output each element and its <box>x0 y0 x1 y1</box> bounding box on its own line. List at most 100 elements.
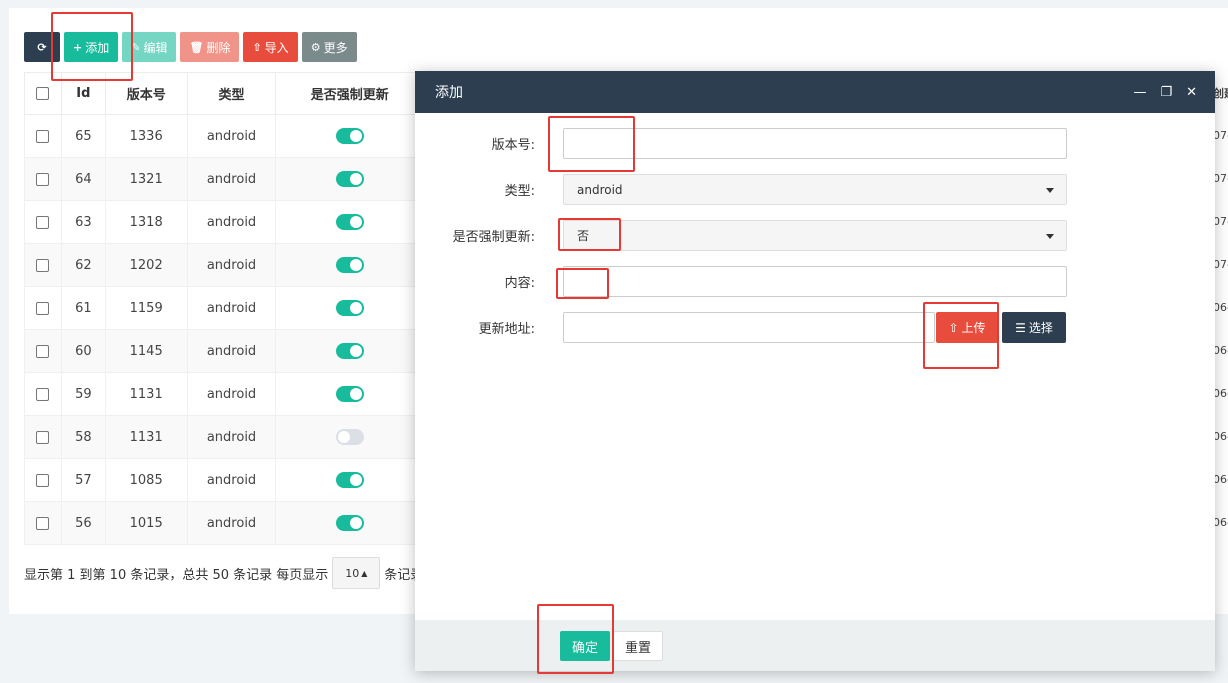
page-size-select[interactable]: 10 ▲ <box>332 557 381 589</box>
force-update-toggle[interactable] <box>335 472 364 488</box>
import-label: 导入 <box>264 40 289 55</box>
maximize-icon[interactable]: ❐ <box>1160 85 1172 100</box>
row-select-cell[interactable] <box>24 114 62 158</box>
row-select-cell[interactable] <box>24 458 62 502</box>
table-row[interactable]: 62 1202 android <box>24 243 424 287</box>
close-icon[interactable]: ✕ <box>1186 85 1197 100</box>
content-input[interactable] <box>563 266 1067 297</box>
row-select-cell[interactable] <box>24 243 62 287</box>
table-row[interactable]: 64 1321 android <box>24 157 424 201</box>
version-cell: 1131 <box>104 372 188 416</box>
column-header-type[interactable]: 类型 <box>186 72 277 115</box>
id-cell: 65 <box>60 114 106 158</box>
force-update-toggle[interactable] <box>335 386 364 402</box>
version-cell: 1015 <box>104 501 188 545</box>
force-update-toggle[interactable] <box>335 343 364 359</box>
version-label: 版本号: <box>491 138 535 153</box>
force-update-toggle[interactable] <box>335 300 364 316</box>
row-checkbox[interactable] <box>36 430 50 444</box>
choose-button[interactable]: ☰ 选择 <box>1002 312 1066 343</box>
table-row[interactable]: 63 1318 android <box>24 200 424 244</box>
caret-down-icon <box>1046 188 1054 193</box>
table-row[interactable]: 56 1015 android <box>24 501 424 545</box>
upload-icon: ⇧ <box>948 320 959 335</box>
id-cell: 56 <box>60 501 106 545</box>
row-checkbox[interactable] <box>36 129 50 143</box>
row-select-cell[interactable] <box>24 157 62 201</box>
row-select-cell[interactable] <box>24 372 62 416</box>
table-row[interactable]: 57 1085 android <box>24 458 424 502</box>
type-cell: android <box>186 415 277 459</box>
force-select[interactable]: 否 <box>563 220 1067 251</box>
force-update-toggle[interactable] <box>335 214 364 230</box>
version-cell: 1159 <box>104 286 188 330</box>
table-row[interactable]: 59 1131 android <box>24 372 424 416</box>
column-header-force[interactable]: 是否强制更新 <box>275 72 424 115</box>
type-select-value: android <box>577 182 623 197</box>
force-update-toggle[interactable] <box>335 257 364 273</box>
row-checkbox[interactable] <box>36 344 50 358</box>
confirm-button[interactable]: 确定 <box>560 631 610 661</box>
caret-up-icon: ▲ <box>361 568 368 578</box>
row-checkbox[interactable] <box>36 387 50 401</box>
trash-icon: 🗑 <box>189 40 204 54</box>
version-cell: 1336 <box>104 114 188 158</box>
edge-cell: 07- <box>1213 129 1228 142</box>
url-input[interactable] <box>563 312 935 343</box>
column-header-version[interactable]: 版本号 <box>104 72 188 115</box>
row-select-cell[interactable] <box>24 329 62 373</box>
id-cell: 57 <box>60 458 106 502</box>
minimize-icon[interactable]: — <box>1133 85 1146 100</box>
reset-button[interactable]: 重置 <box>613 631 663 661</box>
select-all-checkbox[interactable] <box>36 87 50 100</box>
delete-button[interactable]: 🗑 删除 <box>180 32 240 62</box>
upload-button[interactable]: ⇧ 上传 <box>936 312 998 343</box>
more-button[interactable]: ⚙ 更多 <box>301 32 357 62</box>
column-header-id[interactable]: Id <box>60 72 106 115</box>
select-all-header[interactable] <box>24 72 62 115</box>
row-select-cell[interactable] <box>24 200 62 244</box>
choose-label: 选择 <box>1028 321 1053 335</box>
row-checkbox[interactable] <box>36 215 50 229</box>
add-dialog: 添加 — ❐ ✕ 版本号: 类型: android 是否强制更新: 否 内容: … <box>415 71 1215 671</box>
add-button[interactable]: + 添加 <box>64 32 119 62</box>
force-cell <box>275 157 424 201</box>
row-select-cell[interactable] <box>24 286 62 330</box>
page-size-value: 10 <box>345 566 360 580</box>
table-row[interactable]: 65 1336 android <box>24 114 424 158</box>
import-button[interactable]: ⇧ 导入 <box>243 32 298 62</box>
version-cell: 1145 <box>104 329 188 373</box>
id-cell: 62 <box>60 243 106 287</box>
id-cell: 64 <box>60 157 106 201</box>
row-checkbox[interactable] <box>36 516 50 530</box>
pagination-info: 显示第 1 到第 10 条记录，总共 50 条记录 每页显示 10 ▲ 条记录 <box>24 557 423 589</box>
force-update-toggle[interactable] <box>335 171 364 187</box>
version-input[interactable] <box>563 128 1067 159</box>
table-row[interactable]: 58 1131 android <box>24 415 424 459</box>
force-update-toggle[interactable] <box>335 128 364 144</box>
table-row[interactable]: 60 1145 android <box>24 329 424 373</box>
row-select-cell[interactable] <box>24 415 62 459</box>
force-cell <box>275 286 424 330</box>
gear-icon: ⚙ <box>310 40 321 54</box>
form-row-force: 是否强制更新: 否 <box>415 220 1215 251</box>
toolbar: ⟳ + 添加 ✎ 编辑 🗑 删除 ⇧ 导入 ⚙ 更多 <box>24 32 357 62</box>
id-cell: 59 <box>60 372 106 416</box>
force-update-toggle[interactable] <box>335 429 364 445</box>
type-cell: android <box>186 114 277 158</box>
force-select-value: 否 <box>577 229 590 243</box>
dialog-title: 添加 <box>435 85 463 101</box>
edge-cell: 07- <box>1213 172 1228 185</box>
url-label: 更新地址: <box>478 322 535 337</box>
force-update-toggle[interactable] <box>335 515 364 531</box>
row-checkbox[interactable] <box>36 473 50 487</box>
row-checkbox[interactable] <box>36 172 50 186</box>
type-select[interactable]: android <box>563 174 1067 205</box>
edit-button[interactable]: ✎ 编辑 <box>122 32 177 62</box>
row-select-cell[interactable] <box>24 501 62 545</box>
refresh-button[interactable]: ⟳ <box>24 32 60 62</box>
row-checkbox[interactable] <box>36 258 50 272</box>
pencil-icon: ✎ <box>131 40 141 54</box>
row-checkbox[interactable] <box>36 301 50 315</box>
table-row[interactable]: 61 1159 android <box>24 286 424 330</box>
